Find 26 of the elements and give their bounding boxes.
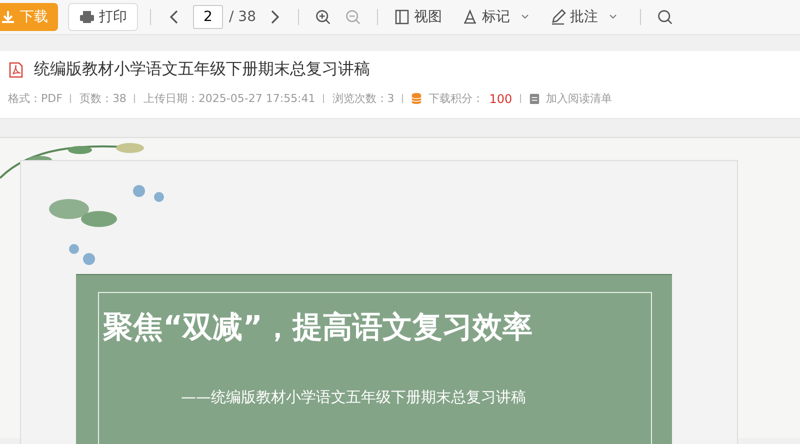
pen-icon <box>550 9 566 25</box>
coins-icon <box>411 92 422 105</box>
page-number-field[interactable]: 2 <box>193 5 223 29</box>
clipboard-icon <box>529 92 540 105</box>
pdf-icon <box>8 62 24 78</box>
mark-button[interactable]: 标记 <box>458 4 534 30</box>
document-title: 统编版教材小学语文五年级下册期末总复习讲稿 <box>34 59 370 80</box>
page-total: / 38 <box>229 9 256 25</box>
meta-label: 下载积分： <box>428 91 484 106</box>
view-button[interactable]: 视图 <box>390 4 446 30</box>
zoom-out-icon <box>344 9 361 25</box>
printer-icon <box>79 9 95 25</box>
meta-text: 浏览次数：3 <box>332 91 394 106</box>
slide-heading: 聚焦“双减”，提高语文复习效率 <box>103 309 534 347</box>
meta-text: 页数：38 <box>79 91 126 106</box>
page-view-icon <box>394 9 410 25</box>
annotate-button[interactable]: 批注 <box>546 4 622 30</box>
points-value: 100 <box>489 92 512 106</box>
download-icon <box>0 9 16 25</box>
meta-text: 格式：PDF <box>8 91 62 106</box>
zoom-in-icon <box>314 9 331 25</box>
search-icon <box>656 9 673 25</box>
slide-subtitle: ——统编版教材小学语文五年级下册期末总复习讲稿 <box>181 388 527 407</box>
highlighter-icon <box>462 9 478 25</box>
print-button[interactable]: 打印 <box>68 3 138 31</box>
meta-text: 上传日期：2025-05-27 17:55:41 <box>143 91 316 106</box>
